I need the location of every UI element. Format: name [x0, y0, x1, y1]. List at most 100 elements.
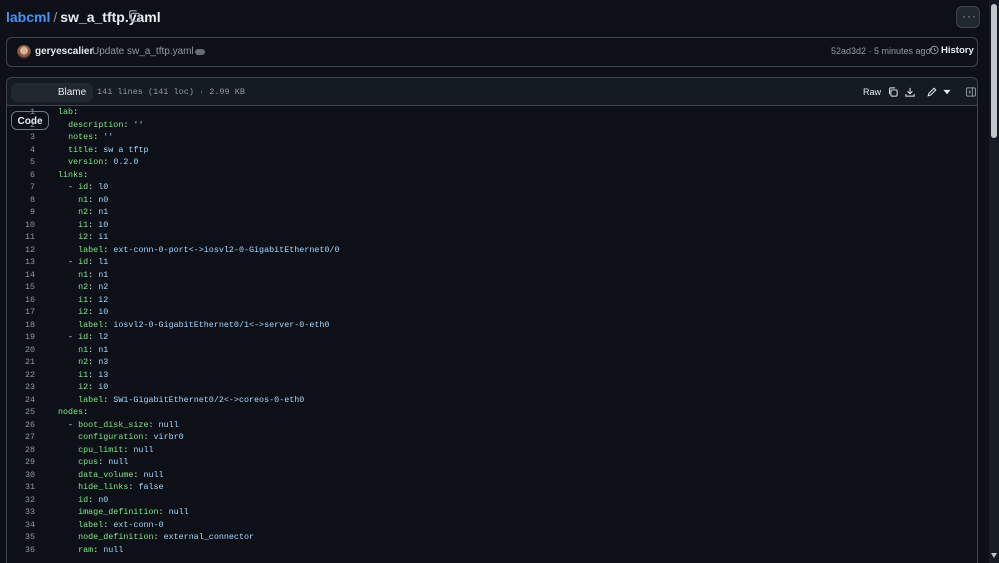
- line-number[interactable]: 31: [7, 481, 35, 494]
- code-line[interactable]: 30 data_volume: null: [7, 469, 977, 482]
- code-line[interactable]: 21 n2: n3: [7, 356, 977, 369]
- copy-raw-button[interactable]: [885, 83, 901, 101]
- line-number[interactable]: 4: [7, 144, 35, 157]
- history-button[interactable]: History: [929, 45, 974, 56]
- code-line[interactable]: 26 - boot_disk_size: null: [7, 419, 977, 432]
- symbols-panel-button[interactable]: [963, 83, 977, 101]
- line-number[interactable]: 10: [7, 219, 35, 232]
- line-number[interactable]: 22: [7, 369, 35, 382]
- code-line[interactable]: 24 label: SW1-GigabitEthernet0/2<->coreo…: [7, 394, 977, 407]
- commit-message-expand-button[interactable]: [195, 49, 205, 55]
- line-number[interactable]: 27: [7, 431, 35, 444]
- download-button[interactable]: [902, 83, 918, 101]
- yaml-value: n0: [98, 194, 109, 205]
- line-number[interactable]: 32: [7, 494, 35, 507]
- line-number[interactable]: 8: [7, 194, 35, 207]
- code-line[interactable]: 22 i1: i3: [7, 369, 977, 382]
- commit-sha-time[interactable]: 52ad3d2 · 5 minutes ago: [831, 46, 931, 56]
- code-line[interactable]: 36 ram: null: [7, 544, 977, 557]
- code-line[interactable]: 18 label: iosvl2-0-GigabitEthernet0/1<->…: [7, 319, 977, 332]
- line-number[interactable]: 17: [7, 306, 35, 319]
- page-scrollbar[interactable]: [989, 0, 999, 563]
- line-number[interactable]: 23: [7, 381, 35, 394]
- line-number[interactable]: 20: [7, 344, 35, 357]
- line-number[interactable]: 12: [7, 244, 35, 257]
- code-line[interactable]: 1 lab:: [7, 106, 977, 119]
- line-number[interactable]: 11: [7, 231, 35, 244]
- line-content: ram: null: [78, 544, 124, 555]
- code-line[interactable]: 2 description: '': [7, 119, 977, 132]
- code-line[interactable]: 17 i2: i0: [7, 306, 977, 319]
- line-number[interactable]: 33: [7, 506, 35, 519]
- code-line[interactable]: 14 n1: n1: [7, 269, 977, 282]
- code-line[interactable]: 12 label: ext-conn-0-port<->iosvl2-0-Gig…: [7, 244, 977, 257]
- line-number[interactable]: 7: [7, 181, 35, 194]
- code-line[interactable]: 9 n2: n1: [7, 206, 977, 219]
- line-number[interactable]: 29: [7, 456, 35, 469]
- avatar[interactable]: [17, 45, 31, 59]
- commit-message-link[interactable]: Update sw_a_tftp.yaml: [92, 46, 194, 57]
- line-content: id: n0: [78, 494, 109, 505]
- line-content: version: 0.2.0: [68, 157, 139, 167]
- tab-blame[interactable]: Blame: [52, 83, 92, 102]
- line-number[interactable]: 30: [7, 469, 35, 482]
- line-number[interactable]: 26: [7, 419, 35, 432]
- line-number[interactable]: 15: [7, 281, 35, 294]
- code-line[interactable]: 6 links:: [7, 169, 977, 182]
- code-line[interactable]: 16 i1: i2: [7, 294, 977, 307]
- code-line[interactable]: 28 cpu_limit: null: [7, 444, 977, 457]
- code-line[interactable]: 13 - id: l1: [7, 256, 977, 269]
- scroll-down-arrow[interactable]: [991, 553, 997, 558]
- line-number[interactable]: 35: [7, 531, 35, 544]
- line-number[interactable]: 34: [7, 519, 35, 532]
- line-number[interactable]: 28: [7, 444, 35, 457]
- code-line[interactable]: 15 n2: n2: [7, 281, 977, 294]
- code-line[interactable]: 11 i2: i1: [7, 231, 977, 244]
- line-number[interactable]: 13: [7, 256, 35, 269]
- code-line[interactable]: 25 nodes:: [7, 406, 977, 419]
- code-line[interactable]: 8 n1: n0: [7, 194, 977, 207]
- code-line[interactable]: 4 title: sw a tftp: [7, 144, 977, 157]
- code-line[interactable]: 10 i1: i0: [7, 219, 977, 232]
- line-content: links:: [58, 169, 89, 180]
- code-line[interactable]: 19 - id: l2: [7, 331, 977, 344]
- code-line[interactable]: 7 - id: l0: [7, 181, 977, 194]
- line-number[interactable]: 36: [7, 544, 35, 557]
- commit-author-link[interactable]: geryescalier: [35, 46, 93, 57]
- line-number[interactable]: 24: [7, 394, 35, 407]
- yaml-key: i1: [78, 219, 89, 230]
- line-number[interactable]: 16: [7, 294, 35, 307]
- code-line[interactable]: 29 cpus: null: [7, 456, 977, 469]
- line-number[interactable]: 19: [7, 331, 35, 344]
- line-number[interactable]: 9: [7, 206, 35, 219]
- code-line[interactable]: 27 configuration: virbr0: [7, 431, 977, 444]
- raw-button[interactable]: Raw: [860, 83, 884, 101]
- code-line[interactable]: 35 node_definition: external_connector: [7, 531, 977, 544]
- line-number[interactable]: 18: [7, 319, 35, 332]
- line-number[interactable]: 6: [7, 169, 35, 182]
- line-number[interactable]: 14: [7, 269, 35, 282]
- line-number[interactable]: 3: [7, 131, 35, 144]
- code-line[interactable]: 20 n1: n1: [7, 344, 977, 357]
- code-line[interactable]: 23 i2: i0: [7, 381, 977, 394]
- code-line[interactable]: 5 version: 0.2.0: [7, 156, 977, 169]
- line-number[interactable]: 5: [7, 156, 35, 169]
- more-options-button[interactable]: ···: [956, 6, 980, 28]
- yaml-key: boot_disk_size: [78, 419, 149, 430]
- edit-dropdown-button[interactable]: [941, 83, 953, 101]
- code-view[interactable]: 1 lab: 2 description: '' 3 notes: '' 4 title…: [7, 106, 977, 556]
- line-number[interactable]: 1: [7, 106, 35, 119]
- code-line[interactable]: 31 hide_links: false: [7, 481, 977, 494]
- scrollbar-thumb[interactable]: [991, 4, 997, 138]
- breadcrumb-repo-link[interactable]: labcml: [6, 9, 50, 25]
- copy-path-icon[interactable]: [127, 9, 141, 23]
- line-number[interactable]: 25: [7, 406, 35, 419]
- code-line[interactable]: 32 id: n0: [7, 494, 977, 507]
- code-line[interactable]: 3 notes: '': [7, 131, 977, 144]
- yaml-key: i2: [78, 232, 89, 242]
- edit-button[interactable]: [923, 83, 941, 101]
- line-number[interactable]: 2: [7, 119, 35, 132]
- line-number[interactable]: 21: [7, 356, 35, 369]
- code-line[interactable]: 34 label: ext-conn-0: [7, 519, 977, 532]
- code-line[interactable]: 33 image_definition: null: [7, 506, 977, 519]
